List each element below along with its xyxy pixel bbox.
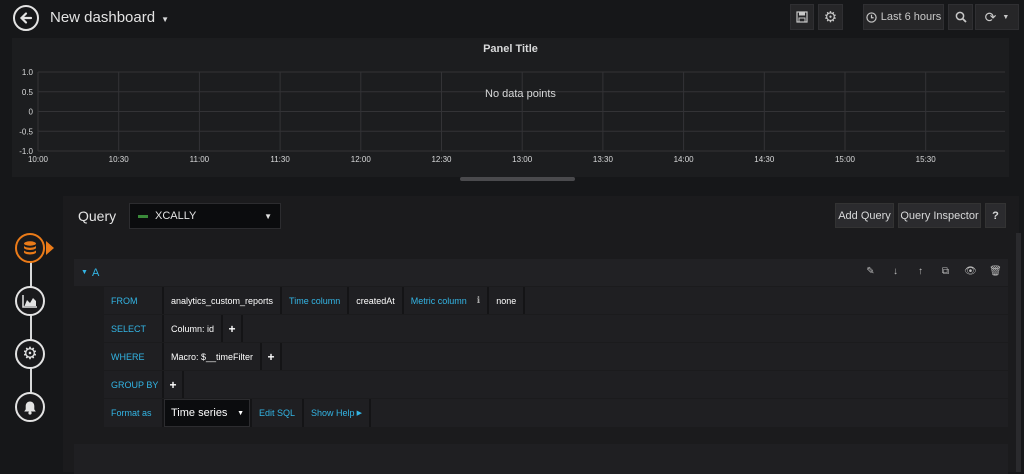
active-tab-pointer xyxy=(46,241,54,255)
format-select[interactable]: Time series ▼ xyxy=(164,399,250,427)
caret-right-icon: ▶ xyxy=(356,410,362,417)
x-tick-label: 15:30 xyxy=(916,155,937,164)
metric-column-label: Metric column ℹ xyxy=(403,287,488,314)
where-macro-segment[interactable]: Macro: $__timeFilter xyxy=(164,343,261,370)
info-icon[interactable]: ℹ xyxy=(477,295,480,306)
visualization-tab[interactable] xyxy=(15,286,45,316)
group-by-row-filler xyxy=(184,371,1008,398)
x-tick-label: 14:00 xyxy=(674,155,695,164)
back-button[interactable] xyxy=(13,5,39,31)
x-tick-label: 12:00 xyxy=(351,155,372,164)
x-tick-label: 10:30 xyxy=(109,155,130,164)
database-icon xyxy=(24,241,36,255)
query-collapse-toggle[interactable]: ▼ A xyxy=(81,267,99,279)
time-column-label: Time column xyxy=(282,287,348,314)
add-select-button[interactable]: + xyxy=(223,315,242,342)
select-keyword: SELECT xyxy=(104,315,162,342)
eye-icon[interactable]: 👁 xyxy=(964,265,977,278)
panel-resize-handle[interactable] xyxy=(460,177,575,181)
add-group-by-button[interactable]: + xyxy=(164,371,182,398)
arrow-left-icon xyxy=(19,12,33,24)
x-tick-label: 15:00 xyxy=(835,155,856,164)
caret-down-icon: ▼ xyxy=(161,14,169,24)
x-tick-label: 10:00 xyxy=(28,155,49,164)
duplicate-icon[interactable]: ⧉ xyxy=(939,265,952,278)
from-keyword: FROM xyxy=(104,287,162,314)
x-tick-label: 12:30 xyxy=(431,155,452,164)
x-tick-label: 13:30 xyxy=(593,155,614,164)
from-row-filler xyxy=(525,287,1008,314)
select-row: SELECT Column: id + xyxy=(104,315,1008,342)
datasource-select[interactable]: XCALLY ▼ xyxy=(129,203,281,229)
add-query-button[interactable]: Add Query xyxy=(835,203,894,228)
no-data-message: No data points xyxy=(485,88,556,100)
move-down-icon[interactable]: ↓ xyxy=(889,265,902,278)
search-icon xyxy=(955,11,967,23)
graph-panel: Panel Title 1.0 0.5 0 -0.5 -1.0 10:00 10:30 11:… xyxy=(12,38,1009,177)
move-up-icon[interactable]: ↑ xyxy=(914,265,927,278)
gear-icon: ⚙ xyxy=(823,9,838,26)
x-tick-label: 13:00 xyxy=(512,155,533,164)
where-keyword: WHERE xyxy=(104,343,162,370)
y-tick-label: -0.5 xyxy=(19,127,33,136)
pencil-icon[interactable]: ✎ xyxy=(864,265,877,278)
group-by-row: GROUP BY + xyxy=(104,371,1008,398)
query-inspector-button[interactable]: Query Inspector xyxy=(898,203,981,228)
zoom-out-button[interactable] xyxy=(948,4,973,30)
save-dashboard-button[interactable] xyxy=(790,4,814,30)
caret-down-icon: ▼ xyxy=(264,211,272,221)
area-chart-icon xyxy=(22,295,37,308)
trash-icon[interactable]: 🗑 xyxy=(989,265,1002,278)
caret-down-icon: ▼ xyxy=(237,409,244,417)
queries-tab[interactable] xyxy=(15,233,45,263)
add-where-button[interactable]: + xyxy=(262,343,281,370)
query-heading: Query xyxy=(78,208,117,224)
x-tick-label: 11:30 xyxy=(270,155,290,164)
scrollbar[interactable] xyxy=(1016,233,1021,472)
clock-icon xyxy=(866,11,877,23)
query-row-header: ▼ A ✎ ↓ ↑ ⧉ 👁 🗑 xyxy=(74,259,1008,286)
datasource-logo-icon xyxy=(138,214,148,218)
help-button[interactable]: ? xyxy=(985,203,1006,228)
where-row-filler xyxy=(282,343,1008,370)
format-row-filler xyxy=(370,399,1008,427)
edit-sql-button[interactable]: Edit SQL xyxy=(252,399,303,427)
save-icon xyxy=(796,11,808,23)
time-range-picker[interactable]: Last 6 hours xyxy=(863,4,944,30)
y-tick-label: 1.0 xyxy=(22,68,34,77)
bell-icon xyxy=(24,401,36,415)
select-column-segment[interactable]: Column: id xyxy=(164,315,222,342)
dashboard-title[interactable]: New dashboard ▼ xyxy=(50,9,169,26)
where-row: WHERE Macro: $__timeFilter + xyxy=(104,343,1008,370)
refresh-icon: ⟳ xyxy=(984,8,997,25)
table-segment[interactable]: analytics_custom_reports xyxy=(164,287,281,314)
caret-down-icon: ▼ xyxy=(1002,13,1010,21)
y-tick-label: 0 xyxy=(29,108,34,117)
format-label: Format as xyxy=(104,399,162,427)
format-row: Format as Time series ▼ Edit SQL Show He… xyxy=(104,399,1008,427)
show-help-button[interactable]: Show Help ▶ xyxy=(304,399,369,427)
caret-down-icon: ▼ xyxy=(81,269,88,276)
select-row-filler xyxy=(243,315,1008,342)
rail-connector xyxy=(30,248,32,412)
x-tick-label: 14:30 xyxy=(754,155,775,164)
y-tick-label: 0.5 xyxy=(22,88,34,97)
settings-icon: ⚙ xyxy=(22,344,38,363)
query-options-panel xyxy=(74,444,1008,474)
graph-area: 1.00.50-0.5-1.010:00 10:30 11:00 11:30 12:00… xyxy=(19,68,1005,164)
dashboard-settings-button[interactable]: ⚙ xyxy=(818,4,843,30)
group-by-keyword: GROUP BY xyxy=(104,371,162,398)
refresh-button[interactable]: ⟳ ▼ xyxy=(975,4,1019,30)
time-column-segment[interactable]: createdAt xyxy=(349,287,402,314)
alert-tab[interactable] xyxy=(15,392,45,422)
metric-column-segment[interactable]: none xyxy=(489,287,524,314)
from-row: FROM analytics_custom_reports Time colum… xyxy=(104,287,1008,314)
x-tick-label: 11:00 xyxy=(190,155,210,164)
general-settings-tab[interactable]: ⚙ xyxy=(15,339,45,369)
